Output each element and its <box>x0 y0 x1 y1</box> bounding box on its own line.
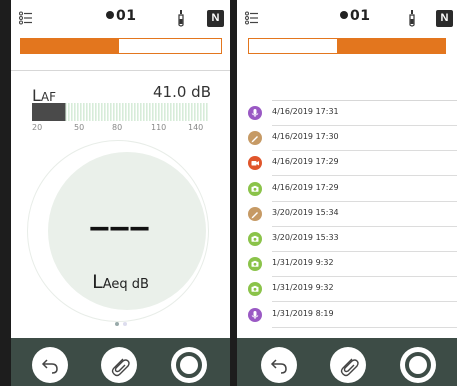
item-timestamp: 1/31/2019 9:32 <box>272 258 334 268</box>
progress-fill <box>337 39 445 53</box>
undo-icon <box>41 359 58 374</box>
status-bar: 01 N <box>11 0 230 36</box>
list-item[interactable]: 3/20/2019 15:33 <box>237 229 457 252</box>
measurement-count-value: 01 <box>116 8 137 24</box>
list-item[interactable]: 1/31/2019 9:32 <box>237 254 457 278</box>
list-menu-icon[interactable] <box>245 11 259 25</box>
measurement-count: 01 <box>340 8 370 24</box>
record-button[interactable] <box>171 347 207 383</box>
row-divider <box>272 150 457 152</box>
scale-tick-label: 110 <box>151 123 167 132</box>
undo-icon <box>270 359 287 374</box>
item-timestamp: 4/16/2019 17:30 <box>272 132 339 142</box>
microphone-icon <box>409 10 415 27</box>
list-item[interactable]: 4/16/2019 17:29 <box>237 179 457 202</box>
divider <box>11 70 230 71</box>
scale-tick-label: 80 <box>112 123 123 132</box>
item-timestamp: 4/16/2019 17:31 <box>272 107 339 116</box>
row-divider <box>272 125 457 126</box>
row-divider <box>272 251 457 252</box>
notes-list-screen: 01 N 4/16/2019 17:31 4/16/2019 17:30 4/16/… <box>237 0 457 386</box>
row-divider <box>272 326 457 328</box>
record-dot-icon <box>340 11 348 19</box>
bottom-toolbar <box>11 338 230 386</box>
microphone-icon <box>178 10 184 27</box>
item-timestamp: 3/20/2019 15:33 <box>272 233 339 242</box>
attach-button[interactable] <box>330 347 366 383</box>
item-timestamp: 1/31/2019 9:32 <box>272 283 334 293</box>
page-dot[interactable] <box>114 322 119 326</box>
page-indicator[interactable] <box>11 322 230 326</box>
camera-icon <box>248 282 262 297</box>
undo-button[interactable] <box>261 347 297 383</box>
attach-button[interactable] <box>101 347 137 383</box>
measurement-screen: 01 N LAF 41.0 dB 20 50 80 110 140 ——— LAeq d… <box>11 0 230 386</box>
record-dot-icon <box>106 11 114 19</box>
paperclip-icon <box>340 358 359 377</box>
row-divider <box>272 301 457 303</box>
mic-icon <box>248 307 262 322</box>
undo-button[interactable] <box>32 347 68 383</box>
item-timestamp: 1/31/2019 8:19 <box>272 308 334 318</box>
scale-tick-label: 50 <box>74 123 85 132</box>
list-item[interactable]: 4/16/2019 17:30 <box>237 128 457 152</box>
pencil-icon <box>248 206 262 221</box>
record-icon <box>405 352 431 378</box>
measurement-count-value: 01 <box>350 8 371 24</box>
list-menu-icon[interactable] <box>19 11 33 25</box>
camera-icon <box>248 257 262 272</box>
item-timestamp: 3/20/2019 15:34 <box>272 207 339 217</box>
record-button[interactable] <box>400 347 436 383</box>
status-bar: 01 N <box>237 0 457 36</box>
list-item[interactable]: 4/16/2019 17:31 <box>237 103 457 126</box>
measurement-progress-bar <box>248 38 446 54</box>
notification-badge[interactable]: N <box>207 10 224 27</box>
notification-badge[interactable]: N <box>436 10 453 27</box>
row-divider <box>272 175 457 177</box>
row-divider <box>272 200 457 202</box>
list-item[interactable]: 3/20/2019 15:34 <box>237 204 457 227</box>
list-item[interactable]: 1/31/2019 9:32 <box>237 279 457 303</box>
bottom-toolbar <box>237 338 457 386</box>
scale-tick-label: 20 <box>32 123 43 132</box>
scale-tick-label: 140 <box>188 123 204 132</box>
record-icon <box>176 352 202 378</box>
mic-icon <box>248 106 262 120</box>
paperclip-icon <box>111 358 130 377</box>
row-divider <box>272 225 457 227</box>
progress-fill <box>21 39 119 53</box>
level-bar <box>32 103 208 121</box>
level-value: 41.0 dB <box>153 83 211 101</box>
camera-icon <box>248 181 262 196</box>
laeq-value: ——— <box>90 210 151 245</box>
measurement-progress-bar <box>20 38 222 54</box>
list-item[interactable]: 4/16/2019 17:29 <box>237 153 457 177</box>
camera-icon <box>248 232 262 246</box>
item-timestamp: 4/16/2019 17:29 <box>272 182 339 192</box>
row-divider <box>272 100 457 101</box>
row-divider <box>272 276 457 278</box>
pencil-icon <box>248 131 262 146</box>
page-dot[interactable] <box>122 322 127 326</box>
item-timestamp: 4/16/2019 17:29 <box>272 157 339 167</box>
laeq-unit: LAeq dB <box>92 271 149 293</box>
list-item[interactable]: 1/31/2019 8:19 <box>237 305 457 328</box>
measurement-count: 01 <box>106 8 136 24</box>
video-camera-icon <box>248 156 262 171</box>
